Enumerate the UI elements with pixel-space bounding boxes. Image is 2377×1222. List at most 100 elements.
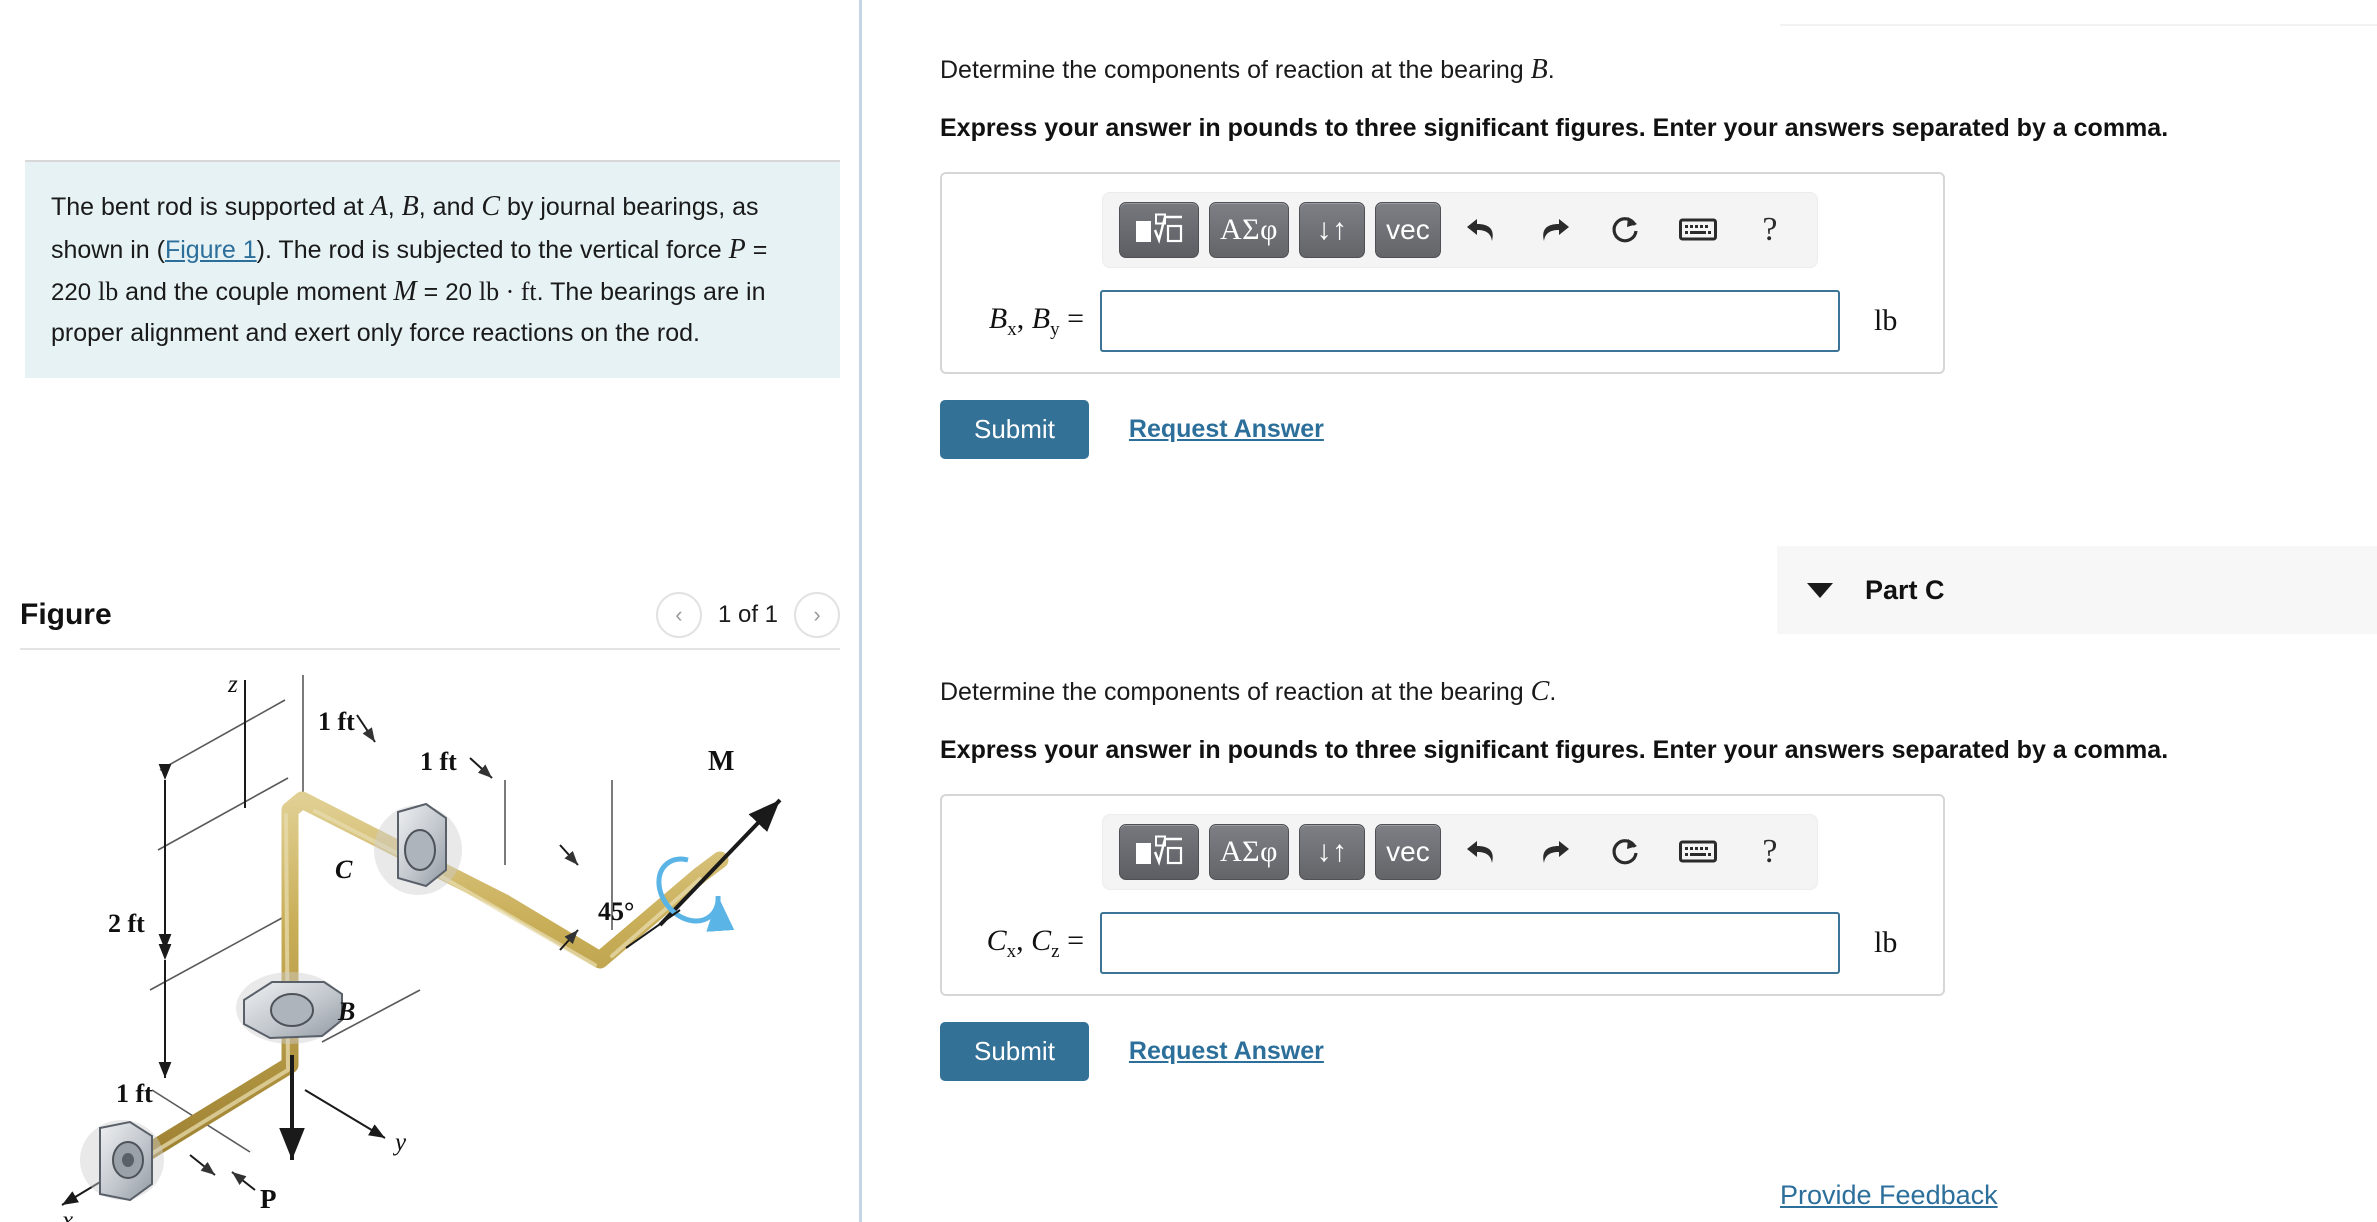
- template-button[interactable]: [1119, 202, 1199, 259]
- reset-button[interactable]: [1595, 824, 1657, 880]
- part-b-label-by: B: [1031, 301, 1051, 335]
- part-b-question-text: Determine the components of reaction at …: [940, 56, 1531, 84]
- part-c-sub-z: z: [1051, 940, 1060, 962]
- figure-prev-button[interactable]: ‹: [655, 592, 702, 638]
- problem-statement-text: The bent rod is supported at A, B, and C…: [51, 186, 814, 352]
- part-b-label-bx: B: [988, 301, 1008, 335]
- construction-lines: [149, 675, 613, 1153]
- template-button[interactable]: [1119, 824, 1199, 881]
- part-b-instruction: Express your answer in pounds to three s…: [940, 114, 2169, 143]
- square-root-template-icon: [1136, 213, 1183, 245]
- reset-icon: [1612, 839, 1638, 865]
- part-c-submit-button[interactable]: Submit: [940, 1022, 1089, 1082]
- vector-button[interactable]: vec: [1374, 202, 1441, 259]
- vector-button[interactable]: vec: [1374, 824, 1441, 881]
- var-M: M: [393, 276, 417, 308]
- problem-statement-box: The bent rod is supported at A, B, and C…: [25, 160, 840, 378]
- part-c-question-text: Determine the components of reaction at …: [940, 678, 1531, 706]
- part-c-title: Part C: [1865, 574, 1945, 605]
- reset-button[interactable]: [1595, 202, 1657, 258]
- keyboard-button[interactable]: [1667, 824, 1729, 880]
- part-b-body: Determine the components of reaction at …: [862, 50, 2377, 460]
- part-b-label-sep: ,: [1016, 301, 1032, 335]
- equals-2: =: [416, 278, 446, 307]
- provide-feedback-link[interactable]: Provide Feedback: [1780, 1180, 1998, 1211]
- caret-down-icon: [1807, 582, 1833, 598]
- chevron-left-icon: ‹: [675, 602, 683, 627]
- figure-next-button[interactable]: ›: [794, 592, 840, 638]
- keyboard-button[interactable]: [1667, 202, 1729, 258]
- part-c-answer-box: ΑΣφ ↓↑ vec ? Cx, Cz = lb: [940, 794, 1945, 997]
- left-panel: The bent rod is supported at A, B, and C…: [0, 0, 862, 1222]
- redo-icon: [1543, 841, 1569, 864]
- part-b-answer-input[interactable]: [1100, 290, 1840, 353]
- part-b-label-equals: =: [1059, 301, 1084, 335]
- part-b-request-answer-link[interactable]: Request Answer: [1129, 415, 1324, 444]
- part-b-sub-x: x: [1007, 318, 1017, 340]
- value-M: 20: [445, 279, 472, 307]
- greek-symbols-button[interactable]: ΑΣφ: [1209, 824, 1289, 881]
- unit-M: lb · ft: [478, 277, 537, 307]
- updown-arrows-button[interactable]: ↓↑: [1298, 824, 1365, 881]
- greek-symbols-button[interactable]: ΑΣφ: [1209, 202, 1289, 259]
- unit-P: lb: [98, 277, 119, 307]
- part-b-answer-label: Bx, By =: [962, 302, 1100, 341]
- comma-2: , and: [418, 193, 482, 221]
- label-C: C: [335, 855, 353, 884]
- figure-1-link[interactable]: Figure 1: [165, 236, 257, 264]
- help-button[interactable]: ?: [1739, 202, 1801, 258]
- help-button[interactable]: ?: [1739, 824, 1801, 880]
- problem-text-part-1: The bent rod is supported at: [51, 193, 371, 221]
- part-c-answer-label: Cx, Cz =: [962, 924, 1100, 963]
- label-z: z: [227, 671, 238, 698]
- problem-text-part-3: ). The rod is subjected to the vertical …: [256, 235, 729, 264]
- bearing-B: [236, 972, 344, 1044]
- greek-symbols-label: ΑΣφ: [1220, 213, 1278, 247]
- redo-button[interactable]: [1523, 824, 1585, 880]
- part-c-answer-input[interactable]: [1100, 912, 1840, 975]
- undo-button[interactable]: [1451, 824, 1513, 880]
- dim-label-1ft-top-left: 1 ft: [318, 707, 355, 736]
- keyboard-icon: [1678, 840, 1717, 863]
- part-b-question: Determine the components of reaction at …: [940, 50, 2377, 89]
- label-M: M: [708, 746, 734, 777]
- part-b-answer-box: ΑΣφ ↓↑ vec ? Bx, By = lb: [940, 172, 1945, 375]
- part-c-label-sep: ,: [1016, 923, 1032, 957]
- value-P: 220: [51, 279, 92, 307]
- undo-button[interactable]: [1451, 202, 1513, 258]
- part-c-sub-x: x: [1006, 940, 1017, 962]
- var-A: A: [370, 191, 388, 222]
- vector-label: vec: [1386, 836, 1430, 868]
- part-c-label-cz: C: [1031, 923, 1052, 957]
- part-b-answer-row: Bx, By = lb: [962, 290, 1923, 353]
- top-divider: [1780, 24, 2377, 26]
- part-c-request-answer-link[interactable]: Request Answer: [1129, 1037, 1324, 1066]
- square-root-template-icon: [1136, 835, 1183, 867]
- updown-arrow-icon: ↓↑: [1316, 835, 1348, 869]
- updown-arrow-icon: ↓↑: [1316, 213, 1348, 247]
- dim-ticks-top: [189, 714, 579, 1191]
- bearing-A: [80, 1120, 164, 1202]
- vector-label: vec: [1386, 214, 1430, 246]
- part-b-actions: Submit Request Answer: [940, 400, 2377, 460]
- part-c-label-cx: C: [986, 923, 1007, 957]
- part-b-unit-label: lb: [1874, 304, 1898, 338]
- part-b-math-toolbar: ΑΣφ ↓↑ vec ?: [1102, 192, 1818, 269]
- figure-diagram: z x y A B C P M 2 ft 1 ft 1 ft 1 ft 2 ft…: [0, 660, 862, 1222]
- part-c-actions: Submit Request Answer: [940, 1022, 2377, 1082]
- figure-title: Figure: [20, 598, 112, 631]
- label-x: x: [61, 1207, 73, 1222]
- updown-arrows-button[interactable]: ↓↑: [1298, 202, 1365, 259]
- part-c-header[interactable]: Part C: [1777, 546, 2377, 634]
- part-c-instruction: Express your answer in pounds to three s…: [940, 736, 2169, 765]
- problem-text-part-4: and the couple moment: [118, 278, 394, 307]
- part-b-submit-button[interactable]: Submit: [940, 400, 1089, 460]
- keyboard-icon: [1678, 218, 1717, 241]
- bearing-C: [374, 802, 462, 895]
- figure-nav: ‹ 1 of 1 ›: [655, 592, 840, 638]
- var-P: P: [728, 233, 746, 265]
- figure-divider: [20, 648, 840, 650]
- redo-button[interactable]: [1523, 202, 1585, 258]
- angle-label-45: 45°: [598, 897, 634, 926]
- figure-counter: 1 of 1: [717, 601, 778, 628]
